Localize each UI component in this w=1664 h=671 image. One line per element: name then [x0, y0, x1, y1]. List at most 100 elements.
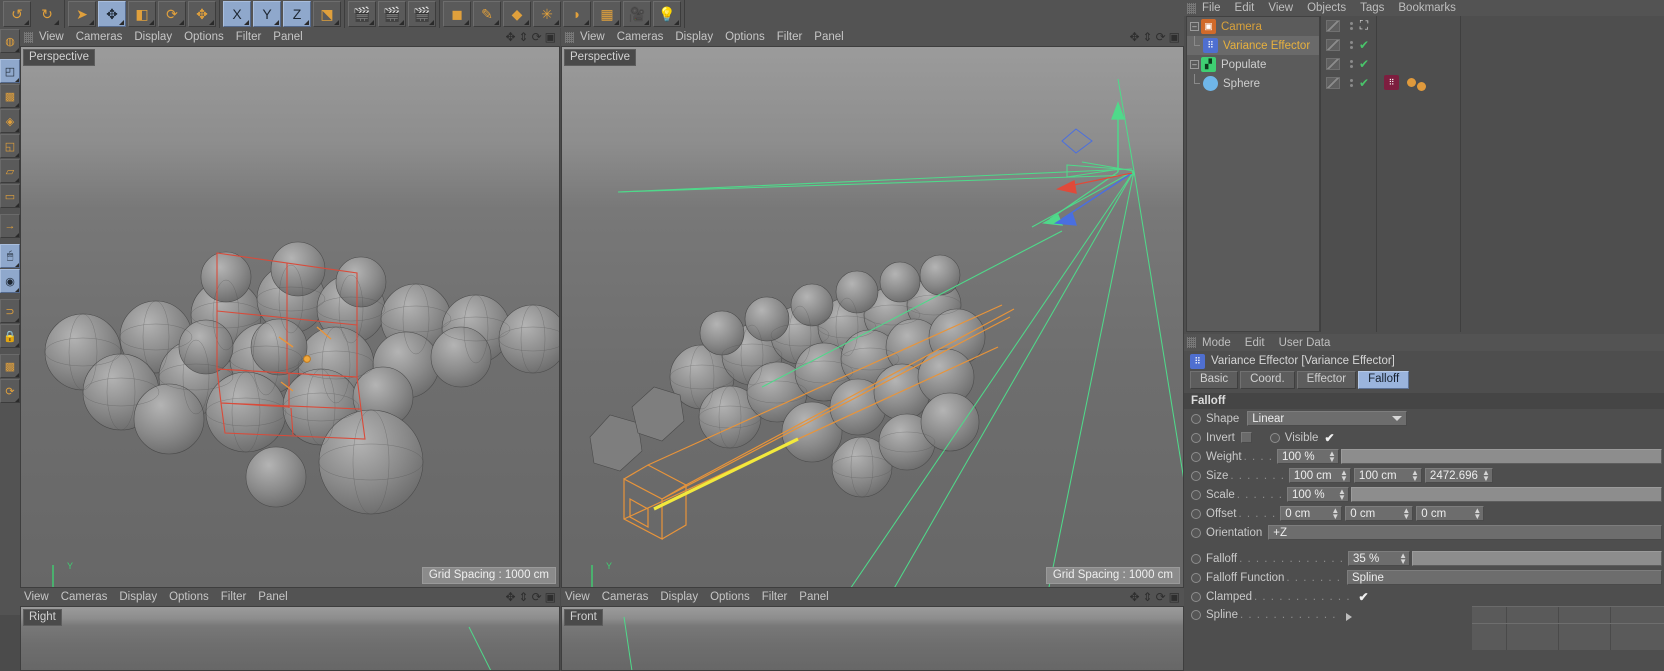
tag-row-variance-effector[interactable]: ✔ — [1320, 35, 1662, 54]
visibility-dots-icon[interactable] — [1346, 78, 1356, 87]
zoom-icon[interactable]: ⇕ — [1143, 590, 1153, 604]
falloff-slider[interactable] — [1412, 551, 1662, 566]
om-menu-objects[interactable]: Objects — [1307, 2, 1346, 14]
generators-icon[interactable]: ◆ — [503, 1, 531, 27]
camera-icon[interactable]: 🎥 — [623, 1, 651, 27]
clamped-anim-radio-icon[interactable] — [1191, 591, 1201, 602]
vp-tr-menu-filter[interactable]: Filter — [777, 31, 812, 43]
select-tool-icon[interactable]: ➤ — [68, 1, 96, 27]
tab-coord[interactable]: Coord. — [1240, 371, 1295, 389]
viewport-top-right[interactable]: View Cameras Display Options Filter Pane… — [561, 28, 1184, 588]
move-alt-tool-icon[interactable]: ✥ — [188, 1, 216, 27]
object-row-populate[interactable]: – ▞ Populate — [1187, 55, 1319, 74]
falloff-input[interactable]: 35 % ▲ ▼ — [1348, 551, 1410, 566]
viewport-bottom-right[interactable]: View Cameras Display Options Filter Pane… — [561, 588, 1184, 671]
layer-hatch-icon[interactable] — [1320, 38, 1346, 51]
vp-tr-menu-panel[interactable]: Panel — [814, 31, 852, 43]
vp-tl-menu-panel[interactable]: Panel — [273, 31, 311, 43]
viewport-top-left[interactable]: View Cameras Display Options Filter Pane… — [20, 28, 560, 588]
object-row-sphere[interactable]: Sphere — [1187, 74, 1319, 93]
vp-bl-menu-options[interactable]: Options — [169, 591, 218, 603]
om-menu-edit[interactable]: Edit — [1235, 2, 1255, 14]
scale-slider[interactable] — [1350, 487, 1662, 502]
clamped-checkbox[interactable]: ✔ — [1359, 590, 1369, 604]
tag-row-sphere[interactable]: ✔ ⠿ — [1320, 73, 1662, 92]
vp-tl-menu-view[interactable]: View — [39, 31, 73, 43]
vp-br-menu-filter[interactable]: Filter — [762, 591, 797, 603]
tab-basic[interactable]: Basic — [1190, 371, 1239, 389]
enabled-check-icon[interactable]: ✔ — [1356, 76, 1372, 90]
object-tree[interactable]: – ▣ Camera ⠿ Variance Effector – ▞ Popul… — [1186, 16, 1320, 332]
vp-bl-menu-filter[interactable]: Filter — [221, 591, 256, 603]
vp-bl-menu-display[interactable]: Display — [119, 591, 166, 603]
visibility-dots-icon[interactable] — [1346, 59, 1356, 68]
vp-tl-menu-options[interactable]: Options — [184, 31, 233, 43]
scene-object-icon[interactable]: ◗ — [563, 1, 591, 27]
expander-icon[interactable]: – — [1190, 22, 1199, 31]
enabled-check-icon[interactable]: ✔ — [1356, 57, 1372, 71]
spinner-icon[interactable]: ▲ ▼ — [1340, 468, 1348, 482]
cube-primitive-icon[interactable]: ◼ — [443, 1, 471, 27]
vp-tl-menu-display[interactable]: Display — [134, 31, 181, 43]
vp-bl-menu-panel[interactable]: Panel — [258, 591, 296, 603]
render-region-icon[interactable]: 🎬 — [378, 1, 406, 27]
render-settings-icon[interactable]: 🎬 — [408, 1, 436, 27]
pan-icon[interactable]: ✥ — [1129, 30, 1139, 44]
falloff-function-anim-radio-icon[interactable] — [1191, 572, 1201, 583]
object-tag-columns[interactable]: ⛶ ✔ ✔ ✔ ⠿ — [1320, 16, 1662, 332]
visibility-dots-icon[interactable] — [1346, 40, 1356, 49]
viewport-bottom-left[interactable]: View Cameras Display Options Filter Pane… — [20, 588, 560, 671]
light-icon[interactable]: 💡 — [653, 1, 681, 27]
vp-br-menu-panel[interactable]: Panel — [799, 591, 837, 603]
size-z-input[interactable]: 2472.696 ▲ ▼ — [1424, 468, 1493, 483]
tab-falloff[interactable]: Falloff — [1358, 371, 1410, 389]
spinner-icon[interactable]: ▲ ▼ — [1399, 551, 1407, 565]
falloff-anim-radio-icon[interactable] — [1191, 553, 1201, 564]
axis-mode-icon[interactable]: → — [0, 214, 20, 238]
viewport-tl-canvas[interactable]: Perspective Y Grid Spacing: 1000 cm — [20, 46, 560, 588]
offset-z-input[interactable]: 0 cm ▲ ▼ — [1416, 506, 1485, 521]
edge-mode-icon[interactable]: ▩ — [0, 84, 20, 108]
at-menu-user-data[interactable]: User Data — [1279, 337, 1331, 349]
visibility-dots-icon[interactable] — [1346, 21, 1356, 30]
selection-tag-icon[interactable] — [1407, 78, 1416, 87]
om-menu-tags[interactable]: Tags — [1360, 2, 1384, 14]
selection-tag-icon-2[interactable] — [1417, 81, 1426, 91]
object-row-variance-effector[interactable]: ⠿ Variance Effector — [1187, 36, 1319, 55]
spinner-icon[interactable]: ▲ ▼ — [1338, 487, 1346, 501]
tag-row-populate[interactable]: ✔ — [1320, 54, 1662, 73]
point-mode-icon[interactable]: ◰ — [0, 59, 20, 83]
vp-tr-menu-view[interactable]: View — [580, 31, 614, 43]
workplane-icon[interactable]: ▩ — [0, 354, 20, 378]
at-menu-mode[interactable]: Mode — [1202, 337, 1231, 349]
render-view-icon[interactable]: 🎬 — [348, 1, 376, 27]
rotate-icon[interactable]: ⟳ — [1156, 590, 1166, 604]
vp-tr-menu-display[interactable]: Display — [675, 31, 722, 43]
snap-icon[interactable]: ⊃ — [0, 299, 20, 323]
y-axis-lock-icon[interactable]: Y — [253, 1, 281, 27]
viewport-solo-icon[interactable]: ◉ — [0, 269, 20, 293]
orientation-select[interactable]: +Z — [1268, 525, 1662, 540]
maximize-icon[interactable]: ▣ — [1169, 30, 1180, 44]
spinner-icon[interactable]: ▲ ▼ — [1331, 506, 1339, 520]
invert-anim-radio-icon[interactable] — [1191, 432, 1201, 443]
viewport-bl-canvas[interactable]: Right — [20, 606, 560, 671]
visible-checkbox[interactable]: ✔ — [1324, 431, 1334, 445]
spline-pen-icon[interactable]: ✎ — [473, 1, 501, 27]
live-selection-icon[interactable]: ◍ — [0, 29, 20, 53]
zoom-icon[interactable]: ⇕ — [519, 590, 529, 604]
move-tool-icon[interactable]: ✥ — [98, 1, 126, 27]
spinner-icon[interactable]: ▲ ▼ — [1473, 506, 1481, 520]
planar-workplane-icon[interactable]: ⟳ — [0, 379, 20, 403]
scale-anim-radio-icon[interactable] — [1191, 489, 1201, 500]
visible-anim-radio-icon[interactable] — [1269, 432, 1280, 443]
mograph-effector-tag-icon[interactable]: ⠿ — [1384, 75, 1399, 90]
om-menu-view[interactable]: View — [1268, 2, 1293, 14]
texture-mode-icon[interactable]: ▭ — [0, 184, 20, 208]
scale-input[interactable]: 100 % ▲ ▼ — [1286, 487, 1349, 502]
shape-anim-radio-icon[interactable] — [1191, 413, 1201, 424]
pan-icon[interactable]: ✥ — [505, 590, 515, 604]
viewport-tl-grip[interactable] — [24, 31, 33, 43]
zoom-icon[interactable]: ⇕ — [519, 30, 529, 44]
vp-tl-menu-filter[interactable]: Filter — [236, 31, 271, 43]
